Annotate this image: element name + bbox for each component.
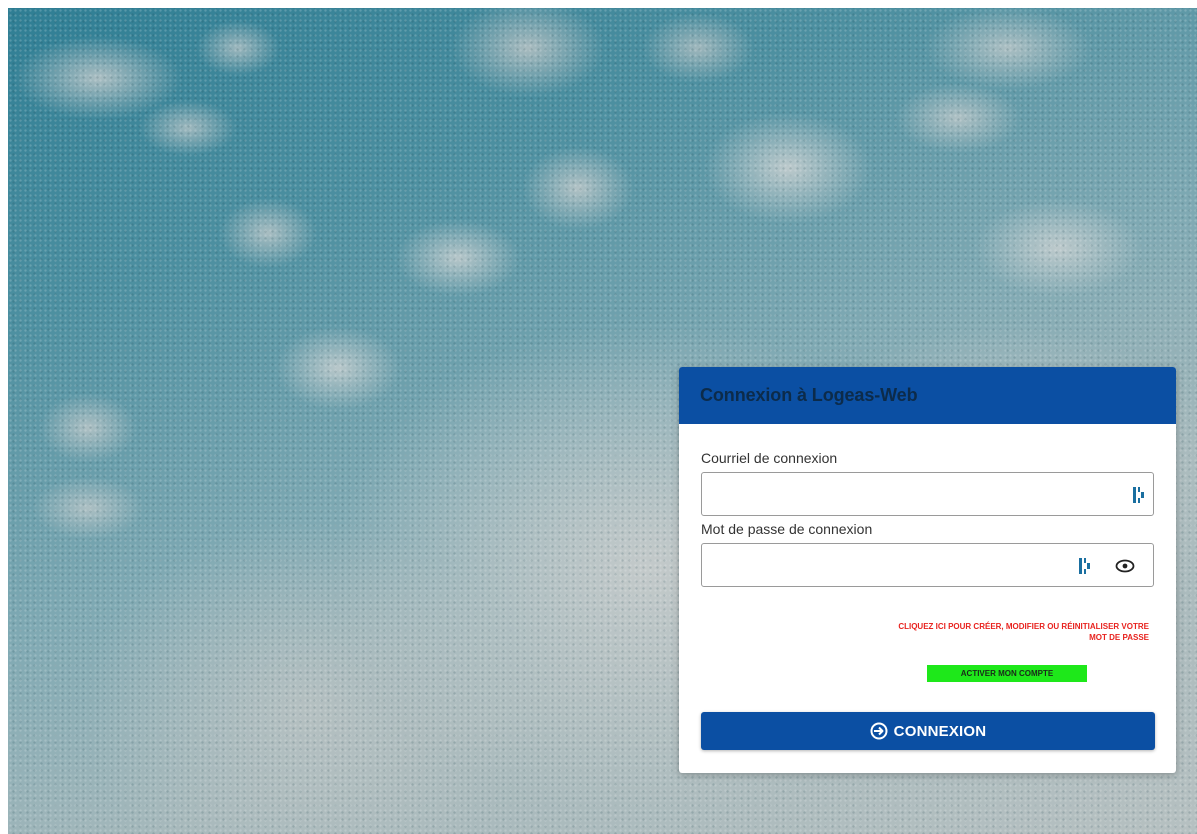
- login-card: Connexion à Logeas-Web Courriel de conne…: [679, 367, 1176, 773]
- password-label: Mot de passe de connexion: [701, 521, 873, 537]
- password-manager-icon[interactable]: [1132, 485, 1146, 505]
- login-button[interactable]: CONNEXION: [701, 712, 1155, 750]
- login-button-label: CONNEXION: [893, 722, 987, 740]
- email-field[interactable]: [701, 472, 1154, 516]
- reset-password-link[interactable]: Cliquez ici pour créer, modifier ou réin…: [879, 621, 1149, 643]
- login-card-title: Connexion à Logeas-Web: [700, 385, 918, 405]
- email-label: Courriel de connexion: [701, 450, 838, 466]
- eye-icon[interactable]: [1115, 557, 1135, 575]
- login-icon: [870, 722, 888, 740]
- email-input[interactable]: [702, 473, 1153, 515]
- activate-account-button[interactable]: Activer mon compte: [927, 665, 1087, 682]
- login-page: Connexion à Logeas-Web Courriel de conne…: [0, 0, 1197, 834]
- activate-account-label: Activer mon compte: [960, 669, 1054, 678]
- password-manager-icon[interactable]: [1078, 556, 1092, 576]
- password-field[interactable]: [701, 543, 1154, 587]
- login-card-header: Connexion à Logeas-Web: [679, 367, 1176, 424]
